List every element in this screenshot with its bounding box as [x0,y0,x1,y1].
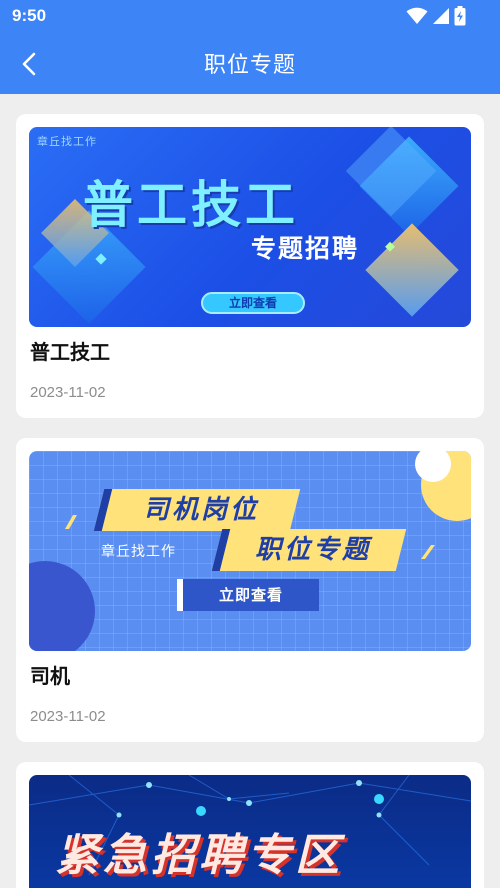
status-time: 9:50 [12,6,47,25]
banner-headline: 紧急招聘专区 [55,830,343,881]
topic-title: 司机 [30,664,70,688]
topic-date: 2023-11-02 [30,708,106,725]
banner-headline: 司机岗位 [142,495,259,525]
topic-banner[interactable]: 紧急招聘专区 [29,775,471,888]
app-header: 职位专题 [0,34,500,94]
status-bar: 9:50 [0,0,500,34]
banner-subheadline: 职位专题 [254,535,371,565]
banner-subheadline: 专题招聘 [251,234,360,263]
page-title: 职位专题 [203,53,296,78]
banner-headline-tag: 司机岗位 [93,489,301,531]
banner-headline: 普工技工 [83,176,299,234]
banner-brand: 章丘找工作 [101,544,176,560]
wifi-icon [406,7,428,24]
topic-banner[interactable]: 司机岗位 章丘找工作 职位专题 立即查看 [29,451,471,651]
view-now-button[interactable]: 立即查看 [177,579,319,611]
top-bar: 9:50 职位专题 [0,0,500,94]
status-icons [406,6,466,26]
signal-icon [433,8,449,24]
topic-card-drivers[interactable]: 司机岗位 章丘找工作 职位专题 立即查看 司机 2023-11-02 [16,438,484,742]
banner-brand: 章丘找工作 [37,135,97,148]
topic-card-urgent-hiring[interactable]: 紧急招聘专区 [16,762,484,888]
banner-subheadline-tag: 职位专题 [211,529,407,571]
topic-date: 2023-11-02 [30,384,106,401]
topic-banner[interactable]: 章丘找工作 普工技工 专题招聘 立即查看 [29,127,471,327]
topic-card-general-workers[interactable]: 章丘找工作 普工技工 专题招聘 立即查看 普工技工 2023-11-02 [16,114,484,418]
battery-charging-icon [454,6,466,26]
view-now-button[interactable]: 立即查看 [201,292,305,314]
topic-title: 普工技工 [30,340,110,364]
